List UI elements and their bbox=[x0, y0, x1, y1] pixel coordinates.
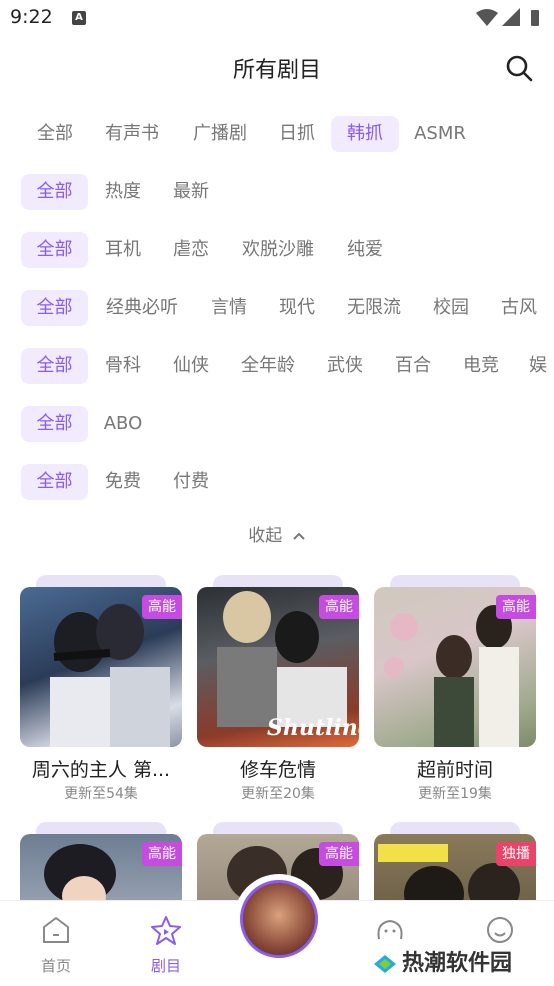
filter-tag[interactable]: ABO bbox=[96, 406, 150, 442]
filter-tag[interactable]: 纯爱 bbox=[338, 232, 392, 268]
card-episode-count: 更新至19集 bbox=[418, 786, 492, 802]
community-icon bbox=[377, 919, 403, 940]
filter-tag[interactable]: 耳机 bbox=[96, 232, 150, 268]
status-bar: 9:22 A bbox=[0, 0, 554, 36]
tab-drama-label: 剧目 bbox=[150, 957, 181, 975]
badge-highlight: 高能 bbox=[142, 595, 182, 619]
watermark-logo-icon bbox=[374, 955, 396, 973]
filter-tag[interactable]: 仙侠 bbox=[164, 348, 218, 384]
battery-icon bbox=[531, 10, 539, 26]
signal-icon bbox=[502, 8, 520, 26]
filter-tag[interactable]: 校园 bbox=[424, 290, 478, 326]
filter-row-style: 全部 耳机 虐恋 欢脱沙雕 纯爱 bbox=[0, 232, 554, 272]
badge-highlight: 高能 bbox=[319, 595, 359, 619]
now-playing-disc[interactable] bbox=[234, 874, 324, 964]
filter-tag[interactable]: 经典必听 bbox=[96, 290, 188, 326]
filter-tag[interactable]: 全年龄 bbox=[232, 348, 304, 384]
badge-exclusive: 独播 bbox=[496, 842, 536, 866]
filter-tag[interactable]: 有声书 bbox=[94, 116, 170, 152]
card-episode-count: 更新至20集 bbox=[241, 786, 315, 802]
filter-row-category: 全部 有声书 广播剧 日抓 韩抓 ASMR bbox=[0, 116, 554, 156]
filter-tag[interactable]: 骨科 bbox=[96, 348, 150, 384]
watermark-text: 热潮软件园 bbox=[402, 951, 513, 976]
filter-row-theme: 全部 骨科 仙侠 全年龄 武侠 百合 电竞 娱 bbox=[0, 348, 554, 388]
tab-home[interactable]: 首页 bbox=[16, 915, 96, 976]
filter-tag[interactable]: 现代 bbox=[270, 290, 324, 326]
filter-tag[interactable]: 欢脱沙雕 bbox=[232, 232, 324, 268]
card-episode-count: 更新至54集 bbox=[64, 786, 138, 802]
filter-tag-selected[interactable]: 全部 bbox=[21, 348, 88, 384]
status-time: 9:22 bbox=[10, 6, 53, 28]
page-title: 所有剧目 bbox=[232, 58, 321, 83]
collapse-button[interactable]: 收起 bbox=[0, 521, 554, 549]
filter-tag[interactable]: 无限流 bbox=[338, 290, 410, 326]
home-icon bbox=[43, 917, 69, 943]
tab-home-label: 首页 bbox=[40, 957, 71, 975]
filter-tag[interactable]: 娱 bbox=[522, 348, 554, 384]
filter-tag[interactable]: 虐恋 bbox=[164, 232, 218, 268]
filter-row-abo: 全部 ABO bbox=[0, 406, 554, 446]
filter-tag-selected[interactable]: 韩抓 bbox=[331, 116, 399, 152]
wifi-icon bbox=[476, 9, 498, 26]
badge-highlight: 高能 bbox=[319, 842, 359, 866]
watermark: 热潮软件园 bbox=[372, 945, 512, 977]
filter-tag-selected[interactable]: 全部 bbox=[21, 406, 88, 442]
search-icon[interactable] bbox=[505, 54, 533, 82]
notification-a-icon: A bbox=[72, 11, 86, 25]
now-playing-cover bbox=[240, 880, 318, 958]
collapse-label: 收起 bbox=[248, 526, 283, 546]
filter-tag-selected[interactable]: 全部 bbox=[21, 464, 88, 500]
filter-tag[interactable]: 广播剧 bbox=[182, 116, 258, 152]
chevron-up-icon bbox=[292, 532, 305, 540]
filter-row-sort: 全部 热度 最新 bbox=[0, 174, 554, 214]
filter-tag-selected[interactable]: 全部 bbox=[21, 174, 88, 210]
filter-row-genre: 全部 经典必听 言情 现代 无限流 校园 古风 bbox=[0, 290, 554, 330]
filter-tag-selected[interactable]: 全部 bbox=[21, 290, 88, 326]
card-title: 修车危情 bbox=[239, 759, 316, 781]
filter-tag[interactable]: ASMR bbox=[404, 116, 476, 152]
filter-row-price: 全部 免费 付费 bbox=[0, 464, 554, 504]
filter-tag[interactable]: 全部 bbox=[22, 116, 88, 152]
tab-profile[interactable] bbox=[460, 915, 540, 949]
header: 所有剧目 bbox=[0, 40, 554, 96]
tab-community[interactable] bbox=[350, 915, 430, 949]
badge-highlight: 高能 bbox=[496, 595, 536, 619]
filter-tag[interactable]: 热度 bbox=[96, 174, 150, 210]
cover-title-overlay: Shutline bbox=[267, 715, 359, 741]
filter-tag[interactable]: 付费 bbox=[164, 464, 218, 500]
star-play-icon bbox=[151, 916, 181, 945]
filter-tag[interactable]: 电竞 bbox=[454, 348, 508, 384]
filter-tag[interactable]: 武侠 bbox=[318, 348, 372, 384]
filter-tag[interactable]: 古风 bbox=[492, 290, 546, 326]
badge-highlight: 高能 bbox=[142, 842, 182, 866]
smile-icon bbox=[487, 917, 513, 943]
tab-drama[interactable]: 剧目 bbox=[126, 915, 206, 976]
filter-tag[interactable]: 日抓 bbox=[268, 116, 326, 152]
filter-tag[interactable]: 最新 bbox=[164, 174, 218, 210]
filter-tag-selected[interactable]: 全部 bbox=[21, 232, 88, 268]
card-title: 超前时间 bbox=[416, 759, 493, 781]
filter-tag[interactable]: 言情 bbox=[202, 290, 256, 326]
card-title: 周六的主人 第... bbox=[31, 759, 171, 781]
filter-tag[interactable]: 免费 bbox=[96, 464, 150, 500]
filter-tag[interactable]: 百合 bbox=[386, 348, 440, 384]
